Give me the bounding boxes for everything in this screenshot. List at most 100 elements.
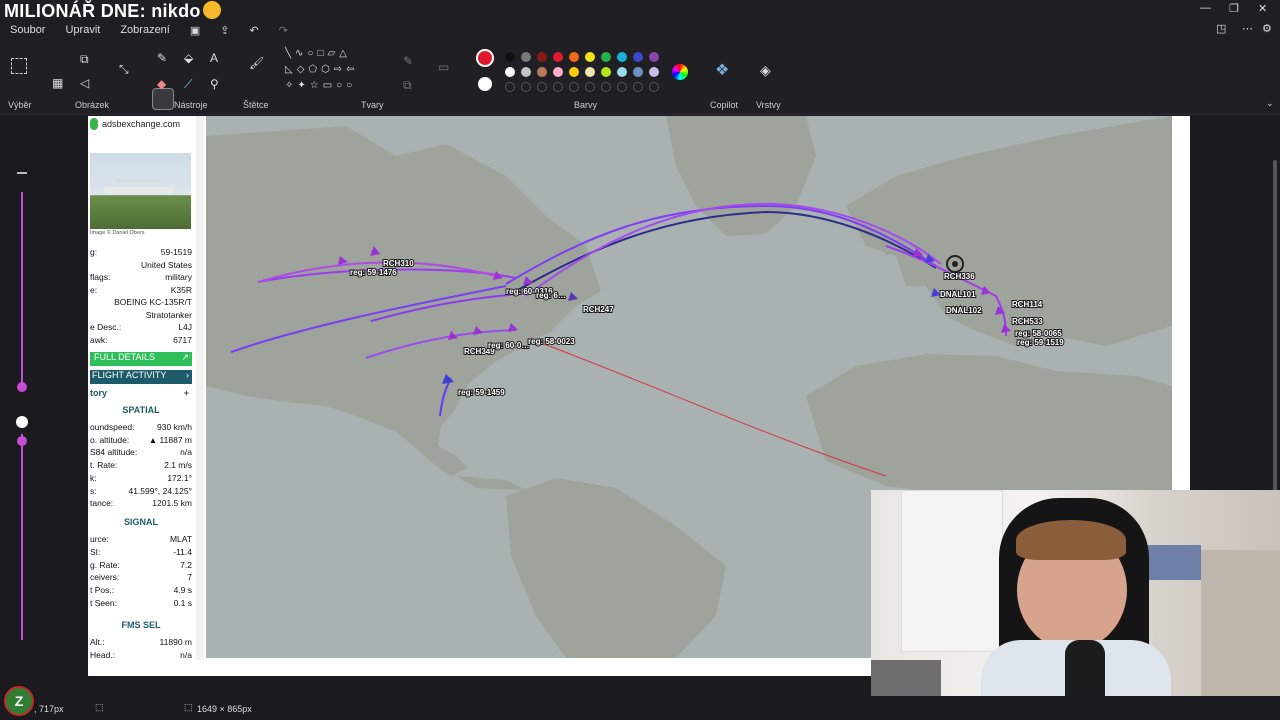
palette-swatch[interactable] bbox=[505, 67, 515, 77]
more-icon[interactable]: ⋯ bbox=[1242, 22, 1253, 35]
flight-activity-button[interactable]: FLIGHT ACTIVITY › bbox=[90, 370, 192, 384]
redo-icon[interactable]: ↷ bbox=[269, 22, 298, 39]
palette-swatch[interactable] bbox=[633, 52, 643, 62]
empty-palette-slot[interactable] bbox=[585, 82, 595, 92]
adsb-panel-scrollbar[interactable] bbox=[196, 116, 204, 660]
palette-swatch[interactable] bbox=[585, 67, 595, 77]
edit-colors-icon[interactable] bbox=[672, 64, 688, 80]
shapes-row-1[interactable]: ╲∿○□▱△ bbox=[285, 48, 351, 59]
undo-icon[interactable]: ↶ bbox=[239, 22, 268, 39]
empty-palette-slot[interactable] bbox=[569, 82, 579, 92]
fill-shape-icon[interactable]: ▭ bbox=[438, 60, 449, 74]
aircraft-detail-row: g: 59-1519 bbox=[90, 247, 192, 257]
size-slider-thumb[interactable] bbox=[17, 382, 27, 392]
channel-logo-icon: Z bbox=[4, 686, 34, 716]
palette-swatch[interactable] bbox=[553, 52, 563, 62]
signal-row: ceivers: 7 bbox=[90, 572, 192, 582]
resize-icon[interactable]: ⤡ bbox=[119, 62, 129, 77]
rotate-icon[interactable]: ◁ bbox=[80, 76, 89, 90]
spatial-value: 1201.5 km bbox=[152, 498, 192, 509]
shapes-row-2[interactable]: ◺◇⬠⬡⇨⇦ bbox=[285, 64, 359, 75]
palette-swatch[interactable] bbox=[537, 67, 547, 77]
aircraft-detail-row: United States bbox=[90, 260, 192, 270]
group-label-layers: Vrstvy bbox=[756, 100, 781, 110]
color-picker-icon[interactable]: ⟋ bbox=[184, 77, 192, 92]
empty-palette-slot[interactable] bbox=[521, 82, 531, 92]
adsb-info-panel: adsbexchange.com Image © Daniel Obers g:… bbox=[90, 116, 194, 660]
close-icon[interactable]: ✕ bbox=[1258, 2, 1267, 15]
cursor-position: , 717px bbox=[34, 704, 64, 714]
opacity-slider-track[interactable] bbox=[21, 434, 23, 640]
text-icon[interactable]: A bbox=[210, 51, 218, 65]
empty-palette-slot[interactable] bbox=[649, 82, 659, 92]
palette-swatch[interactable] bbox=[585, 52, 595, 62]
empty-palette-slot[interactable] bbox=[617, 82, 627, 92]
menu-file[interactable]: Soubor bbox=[0, 22, 55, 39]
menu-view[interactable]: Zobrazení bbox=[110, 22, 180, 39]
fms-header: FMS SEL bbox=[121, 620, 161, 630]
signal-label: g. Rate: bbox=[90, 559, 120, 570]
palette-swatch[interactable] bbox=[601, 52, 611, 62]
aircraft-detail-value: L4J bbox=[178, 322, 192, 332]
palette-swatch[interactable] bbox=[569, 67, 579, 77]
palette-swatch[interactable] bbox=[633, 67, 643, 77]
empty-palette-slot[interactable] bbox=[633, 82, 643, 92]
palette-swatch[interactable] bbox=[569, 52, 579, 62]
outline-icon[interactable]: ✎ bbox=[403, 54, 413, 68]
empty-palette-slot[interactable] bbox=[553, 82, 563, 92]
spatial-value: ▲ 11887 m bbox=[148, 434, 192, 445]
webcam-overlay bbox=[871, 490, 1280, 720]
shapes-row-3[interactable]: ✧✦☆▭○○ bbox=[285, 80, 356, 91]
magnifier-icon[interactable]: ⚲ bbox=[210, 77, 219, 91]
shape-fill-icon[interactable]: ⧉ bbox=[403, 78, 412, 93]
share-icon[interactable]: ⇪ bbox=[210, 22, 239, 39]
secondary-color-swatch[interactable] bbox=[478, 77, 492, 91]
crop-icon[interactable]: ⧉ bbox=[80, 52, 89, 67]
eraser-icon[interactable]: ◆ bbox=[157, 77, 166, 91]
palette-swatch[interactable] bbox=[649, 67, 659, 77]
palette-swatch[interactable] bbox=[521, 67, 531, 77]
aircraft-detail-row: Stratotanker bbox=[90, 310, 192, 320]
empty-palette-slot[interactable] bbox=[601, 82, 611, 92]
palette-swatch[interactable] bbox=[649, 52, 659, 62]
minimize-icon[interactable]: — bbox=[1200, 2, 1211, 14]
palette-swatch[interactable] bbox=[553, 67, 563, 77]
selection-rect-icon[interactable] bbox=[11, 58, 27, 74]
aircraft-detail-row: e: K35R bbox=[90, 285, 192, 295]
pencil-tool-button[interactable] bbox=[152, 88, 174, 110]
history-header[interactable]: tory + bbox=[90, 388, 192, 398]
settings-icon[interactable]: ⚙ bbox=[1262, 22, 1272, 35]
fms-row: Head.: n/a bbox=[90, 650, 192, 660]
palette-swatch[interactable] bbox=[617, 52, 627, 62]
transform-icon[interactable]: ▦ bbox=[52, 76, 63, 90]
palette-swatch[interactable] bbox=[617, 67, 627, 77]
menu-edit[interactable]: Upravit bbox=[55, 22, 110, 39]
collapse-ribbon-icon[interactable]: ⌄ bbox=[1266, 98, 1274, 109]
brush-icon[interactable]: 🖌 bbox=[249, 56, 264, 70]
empty-palette-slot[interactable] bbox=[537, 82, 547, 92]
empty-palette-slot[interactable] bbox=[505, 82, 515, 92]
aircraft-detail-value: BOEING KC-135R/T bbox=[114, 297, 192, 307]
palette-swatch[interactable] bbox=[537, 52, 547, 62]
palette-swatch[interactable] bbox=[521, 52, 531, 62]
map-label-reg-6x: reg: 6… bbox=[536, 291, 566, 300]
aircraft-photo[interactable] bbox=[90, 153, 191, 229]
size-slider-track[interactable] bbox=[21, 192, 23, 392]
primary-color-swatch[interactable] bbox=[476, 49, 494, 67]
fill-icon[interactable]: ⬙ bbox=[184, 51, 193, 65]
full-details-button[interactable]: FULL DETAILS ↗ bbox=[90, 352, 192, 366]
layers-icon[interactable]: ◈ bbox=[760, 62, 771, 79]
adsb-site-link[interactable]: adsbexchange.com bbox=[90, 116, 194, 132]
maximize-icon[interactable]: ❐ bbox=[1229, 2, 1239, 15]
map-label-dnal101: DNAL101 bbox=[940, 290, 976, 299]
save-icon[interactable]: ▣ bbox=[180, 22, 210, 39]
palette-swatch[interactable] bbox=[505, 52, 515, 62]
opacity-slider-thumb[interactable] bbox=[17, 436, 27, 446]
signal-label: SI: bbox=[90, 546, 101, 557]
palette-swatch[interactable] bbox=[601, 67, 611, 77]
copilot-icon[interactable]: ❖ bbox=[715, 60, 729, 80]
spatial-row: o. altitude: ▲ 11887 m bbox=[90, 435, 192, 445]
aircraft-detail-value: 59-1519 bbox=[160, 247, 192, 257]
fms-value: n/a bbox=[180, 650, 192, 660]
feedback-icon[interactable]: ◳ bbox=[1216, 22, 1226, 35]
